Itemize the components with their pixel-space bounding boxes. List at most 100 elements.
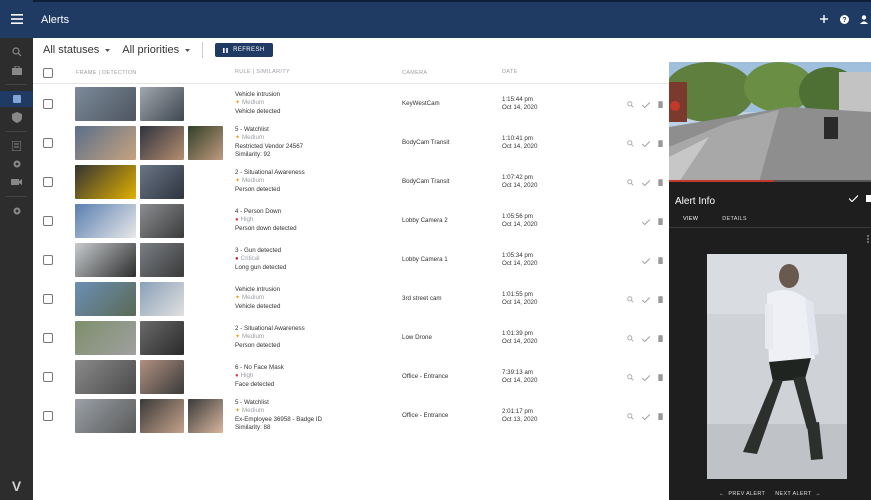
check-icon[interactable] bbox=[641, 251, 651, 269]
table-row[interactable]: 5 - Watchlist ✦ Medium Restricted Vendor 24… bbox=[33, 123, 669, 162]
rule-name: 2 - Situational Awareness bbox=[235, 325, 305, 333]
search-icon[interactable] bbox=[627, 95, 634, 113]
detection-thumbnail[interactable] bbox=[140, 320, 184, 355]
filter-divider bbox=[202, 42, 204, 58]
status-filter[interactable]: All statuses bbox=[43, 44, 111, 56]
search-icon[interactable] bbox=[627, 173, 634, 191]
frame-thumbnail[interactable] bbox=[75, 320, 136, 355]
rail-shield[interactable] bbox=[0, 109, 33, 125]
rail-reports[interactable] bbox=[0, 138, 33, 154]
check-icon[interactable] bbox=[641, 134, 651, 152]
prev-alert-button[interactable]: ← PREV ALERT bbox=[719, 491, 765, 497]
check-icon[interactable] bbox=[641, 173, 651, 191]
detection-thumbnail[interactable] bbox=[140, 359, 184, 394]
rule-cell: 2 - Situational Awareness ✦ Medium Person d… bbox=[235, 169, 402, 193]
search-icon[interactable] bbox=[627, 407, 634, 425]
frame-thumbnail[interactable] bbox=[75, 242, 136, 277]
detection-thumbnail[interactable] bbox=[140, 86, 184, 121]
row-checkbox[interactable] bbox=[43, 410, 53, 421]
select-all-checkbox[interactable] bbox=[43, 67, 53, 78]
rail-settings[interactable] bbox=[0, 203, 33, 219]
trash-icon[interactable] bbox=[658, 134, 663, 152]
rule-name: 2 - Situational Awareness bbox=[235, 169, 305, 177]
detection-thumbnail[interactable] bbox=[140, 164, 184, 199]
delete-button[interactable] bbox=[866, 194, 871, 205]
table-row[interactable]: 3 - Gun detected ● Critical Long gun detect… bbox=[33, 240, 669, 279]
trash-icon[interactable] bbox=[658, 290, 663, 308]
tab-details[interactable]: DETAILS bbox=[722, 216, 747, 222]
rail-search[interactable] bbox=[0, 44, 33, 60]
more-options-button[interactable] bbox=[867, 235, 869, 245]
detection-thumbnail[interactable] bbox=[140, 281, 184, 316]
tab-view[interactable]: VIEW bbox=[683, 216, 698, 222]
camera-frame[interactable] bbox=[664, 62, 871, 182]
frame-thumbnail[interactable] bbox=[75, 164, 136, 199]
row-checkbox[interactable] bbox=[43, 98, 53, 109]
row-checkbox[interactable] bbox=[43, 176, 53, 187]
search-icon[interactable] bbox=[627, 329, 634, 347]
table-row[interactable]: 2 - Situational Awareness ✦ Medium Person d… bbox=[33, 318, 669, 357]
user-button[interactable] bbox=[857, 12, 871, 26]
check-icon[interactable] bbox=[641, 290, 651, 308]
check-icon[interactable] bbox=[641, 368, 651, 386]
rail-cameras[interactable] bbox=[0, 174, 33, 190]
frame-thumbnail[interactable] bbox=[75, 398, 136, 433]
trash-icon[interactable] bbox=[658, 212, 663, 230]
rail-alerts[interactable] bbox=[0, 91, 33, 107]
menu-button[interactable] bbox=[0, 0, 33, 38]
frame-thumbnail[interactable] bbox=[75, 86, 136, 121]
row-checkbox[interactable] bbox=[43, 215, 53, 226]
confirm-button[interactable] bbox=[848, 194, 859, 205]
frame-thumbnail[interactable] bbox=[75, 203, 136, 238]
trash-icon[interactable] bbox=[658, 368, 663, 386]
alert-datetime: 1:01:39 pm Oct 14, 2020 bbox=[502, 330, 602, 345]
table-row[interactable]: 2 - Situational Awareness ✦ Medium Person d… bbox=[33, 162, 669, 201]
check-icon[interactable] bbox=[641, 95, 651, 113]
detection-thumbnail[interactable] bbox=[140, 125, 184, 160]
video-progress[interactable] bbox=[669, 180, 871, 182]
severity-text: Medium bbox=[242, 333, 265, 341]
row-checkbox[interactable] bbox=[43, 137, 53, 148]
next-alert-button[interactable]: NEXT ALERT → bbox=[775, 491, 821, 497]
trash-icon[interactable] bbox=[658, 407, 663, 425]
search-icon[interactable] bbox=[627, 134, 634, 152]
trash-icon[interactable] bbox=[658, 95, 663, 113]
table-row[interactable]: 5 - Watchlist ✦ Medium Ex-Employee 36958 - … bbox=[33, 396, 669, 435]
row-checkbox[interactable] bbox=[43, 332, 53, 343]
trash-icon[interactable] bbox=[658, 329, 663, 347]
detection-thumbnail[interactable] bbox=[140, 203, 184, 238]
briefcase-icon bbox=[11, 65, 22, 75]
table-row[interactable]: Vehicle intrusion ✦ Medium Vehicle detected… bbox=[33, 84, 669, 123]
check-icon[interactable] bbox=[641, 329, 651, 347]
search-icon[interactable] bbox=[627, 290, 634, 308]
check-icon[interactable] bbox=[641, 407, 651, 425]
rail-integrations[interactable] bbox=[0, 156, 33, 172]
detection-thumbnail[interactable] bbox=[140, 242, 184, 277]
detection-frames bbox=[75, 203, 235, 238]
help-button[interactable]: ? bbox=[837, 12, 851, 26]
frame-thumbnail[interactable] bbox=[75, 125, 136, 160]
trash-icon[interactable] bbox=[658, 173, 663, 191]
trash-icon[interactable] bbox=[658, 251, 663, 269]
check-icon[interactable] bbox=[641, 212, 651, 230]
table-row[interactable]: Vehicle intrusion ✦ Medium Vehicle detected… bbox=[33, 279, 669, 318]
row-checkbox[interactable] bbox=[43, 254, 53, 265]
camera-name: Office - Entrance bbox=[402, 373, 449, 380]
refresh-label: REFRESH bbox=[233, 47, 265, 53]
frame-thumbnail[interactable] bbox=[75, 359, 136, 394]
refresh-button[interactable]: REFRESH bbox=[215, 43, 273, 57]
priority-filter[interactable]: All priorities bbox=[122, 44, 191, 56]
table-row[interactable]: 6 - No Face Mask ● High Face detected Office… bbox=[33, 357, 669, 396]
detection-thumbnail[interactable] bbox=[188, 125, 223, 160]
detection-thumbnail[interactable] bbox=[188, 398, 223, 433]
rail-briefcase[interactable] bbox=[0, 62, 33, 78]
add-button[interactable] bbox=[817, 12, 831, 26]
detection-crop[interactable] bbox=[707, 254, 847, 479]
table-row[interactable]: 4 - Person Down ● High Person down detected… bbox=[33, 201, 669, 240]
row-checkbox[interactable] bbox=[43, 293, 53, 304]
frame-thumbnail[interactable] bbox=[75, 281, 136, 316]
search-icon[interactable] bbox=[627, 368, 634, 386]
detection-thumbnail[interactable] bbox=[140, 398, 184, 433]
rule-name: 5 - Watchlist bbox=[235, 399, 269, 407]
row-checkbox[interactable] bbox=[43, 371, 53, 382]
